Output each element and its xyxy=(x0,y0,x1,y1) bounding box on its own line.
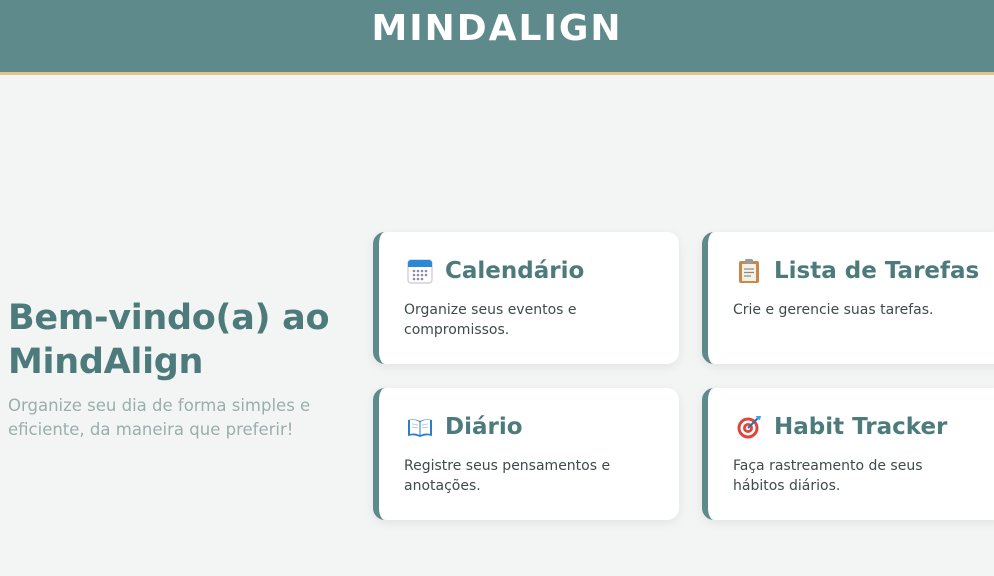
book-icon xyxy=(408,419,432,437)
card-title: Diário xyxy=(445,414,523,440)
welcome-title: Bem-vindo(a) ao MindAlign xyxy=(8,298,330,382)
card-title: Calendário xyxy=(445,258,585,284)
clipboard-icon xyxy=(739,259,759,283)
welcome-section: Bem-vindo(a) ao MindAlign Organize seu d… xyxy=(8,296,348,442)
card-header: Diário xyxy=(407,414,523,440)
card-description: Faça rastreamento de seus hábitos diário… xyxy=(733,458,923,494)
app-header: MINDALIGN xyxy=(0,0,994,75)
card-header: Calendário xyxy=(407,258,584,284)
card-description: Crie e gerencie suas tarefas. xyxy=(733,302,934,318)
card-description: Registre seus pensamentos e anotações. xyxy=(404,458,611,494)
calendar-icon xyxy=(407,259,433,284)
card-description: Organize seus eventos e compromissos. xyxy=(404,302,577,338)
card-habit-tracker[interactable]: Habit Tracker Faça rastreamento de seus … xyxy=(702,388,994,520)
card-title: Habit Tracker xyxy=(774,414,948,440)
card-task-list[interactable]: Lista de Tarefas Crie e gerencie suas ta… xyxy=(702,232,994,364)
target-icon xyxy=(737,416,761,439)
card-title: Lista de Tarefas xyxy=(774,258,980,284)
welcome-subtitle: Organize seu dia de forma simples e efic… xyxy=(8,396,311,439)
card-header: Habit Tracker xyxy=(736,414,947,440)
brand-logo: MINDALIGN xyxy=(371,7,623,49)
card-header: Lista de Tarefas xyxy=(736,258,979,284)
card-calendar[interactable]: Calendário Organize seus eventos e compr… xyxy=(373,232,679,364)
card-journal[interactable]: Diário Registre seus pensamentos e anota… xyxy=(373,388,679,520)
